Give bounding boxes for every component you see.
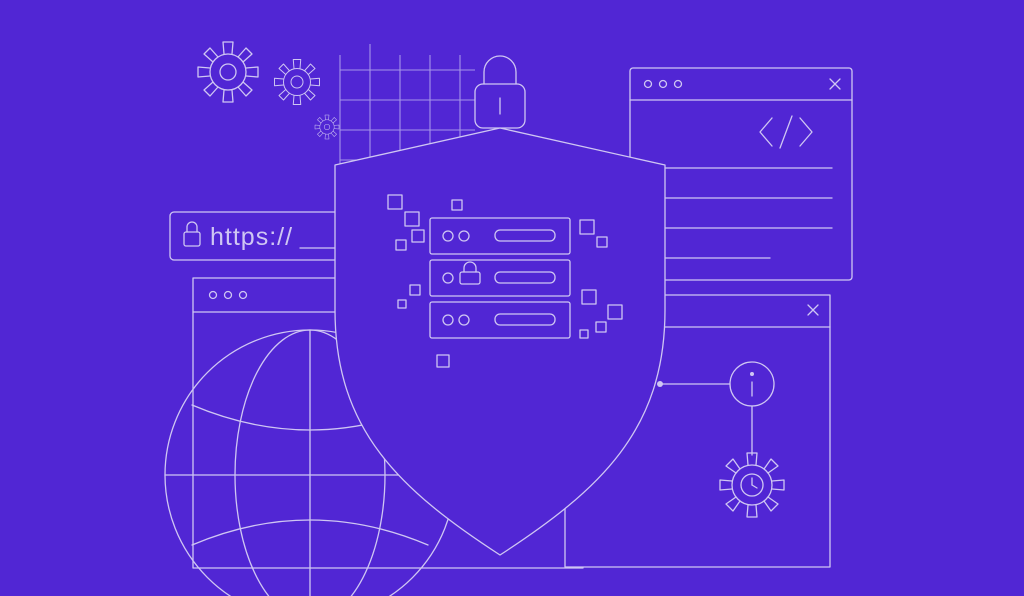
padlock-icon — [475, 56, 525, 128]
protocol-text: https:// — [210, 223, 293, 251]
gear-medium-icon — [275, 60, 320, 105]
gear-large-icon — [198, 42, 258, 102]
gear-small-icon — [315, 115, 339, 139]
security-illustration: .st { stroke: #cfc6f3; stroke-width: 1.3… — [0, 0, 1024, 596]
server-stack — [430, 218, 570, 338]
